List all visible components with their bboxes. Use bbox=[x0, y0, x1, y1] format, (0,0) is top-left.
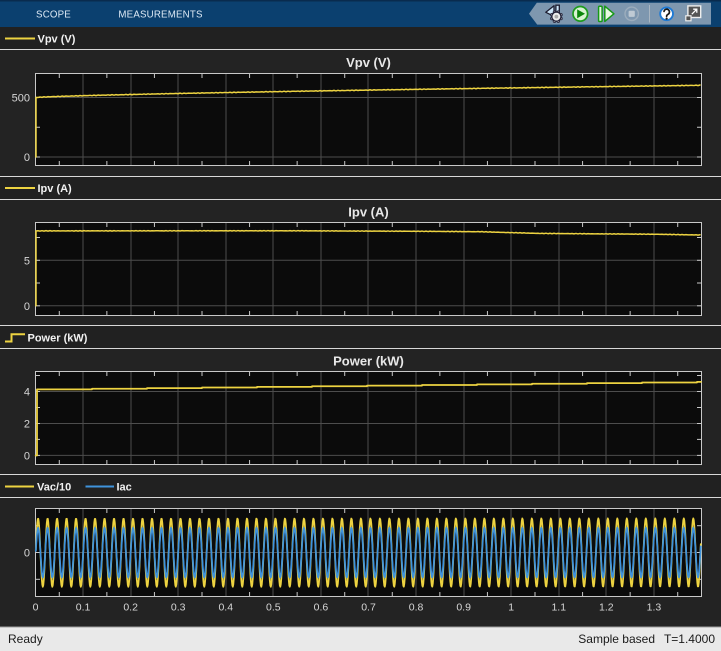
svg-text:Vac/10: Vac/10 bbox=[37, 482, 71, 494]
svg-text:Vpv (V): Vpv (V) bbox=[346, 55, 391, 70]
svg-text:SCOPE: SCOPE bbox=[36, 10, 71, 21]
svg-text:1.1: 1.1 bbox=[551, 602, 566, 614]
svg-text:0: 0 bbox=[24, 301, 30, 313]
svg-text:Power (kW): Power (kW) bbox=[28, 332, 88, 344]
svg-text:1.2: 1.2 bbox=[599, 602, 614, 614]
svg-text:0.1: 0.1 bbox=[76, 602, 91, 614]
svg-text:2: 2 bbox=[24, 419, 30, 431]
svg-text:0.7: 0.7 bbox=[361, 602, 376, 614]
svg-text:1: 1 bbox=[508, 602, 514, 614]
svg-text:1.3: 1.3 bbox=[647, 602, 662, 614]
svg-text:4: 4 bbox=[24, 387, 30, 399]
svg-text:Ipv (A): Ipv (A) bbox=[348, 205, 388, 220]
svg-text:Vpv (V): Vpv (V) bbox=[38, 34, 76, 46]
svg-text:Sample based: Sample based bbox=[578, 632, 655, 646]
svg-text:0.5: 0.5 bbox=[266, 602, 281, 614]
svg-text:500: 500 bbox=[12, 93, 30, 105]
svg-text:0: 0 bbox=[24, 548, 30, 560]
svg-text:0.6: 0.6 bbox=[314, 602, 329, 614]
svg-text:0.3: 0.3 bbox=[171, 602, 186, 614]
svg-text:Power (kW): Power (kW) bbox=[333, 354, 404, 369]
svg-text:T=1.4000: T=1.4000 bbox=[664, 632, 715, 646]
svg-text:Iac: Iac bbox=[117, 482, 132, 494]
svg-text:0.8: 0.8 bbox=[409, 602, 424, 614]
svg-text:0: 0 bbox=[24, 450, 30, 462]
svg-text:0: 0 bbox=[33, 602, 39, 614]
svg-text:0.2: 0.2 bbox=[123, 602, 138, 614]
svg-text:5: 5 bbox=[24, 255, 30, 267]
svg-text:Ready: Ready bbox=[8, 632, 43, 646]
svg-text:0: 0 bbox=[24, 152, 30, 164]
svg-text:0.9: 0.9 bbox=[456, 602, 471, 614]
svg-text:Ipv (A): Ipv (A) bbox=[38, 183, 73, 195]
svg-text:0.4: 0.4 bbox=[218, 602, 233, 614]
svg-text:MEASUREMENTS: MEASUREMENTS bbox=[118, 10, 203, 21]
